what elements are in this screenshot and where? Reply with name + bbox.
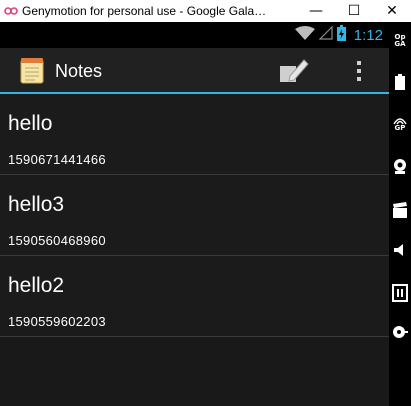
overflow-dot-icon <box>357 77 361 81</box>
battery-icon <box>336 25 346 46</box>
capture-tool[interactable] <box>389 200 411 220</box>
notepad-app-icon[interactable] <box>20 58 44 89</box>
maximize-button[interactable]: ☐ <box>335 0 373 22</box>
id-card-icon <box>392 284 408 302</box>
status-icons: 1:12 <box>294 25 383 46</box>
webcam-tool[interactable] <box>389 156 411 176</box>
cell-signal-icon <box>318 25 333 45</box>
new-note-button[interactable] <box>276 56 312 86</box>
opengl-tool[interactable]: Op GA <box>389 34 411 48</box>
remote-control-icon <box>393 326 408 338</box>
overflow-menu-button[interactable] <box>350 56 368 86</box>
android-screen: 1:12 Notes hello 1590671441466 hello3 15… <box>0 22 389 406</box>
emulator-toolbar: Op GA GP <box>389 22 411 406</box>
note-timestamp: 1590671441466 <box>8 152 106 167</box>
speaker-icon <box>394 244 403 256</box>
status-clock: 1:12 <box>353 27 383 44</box>
note-title: hello3 <box>8 193 65 216</box>
minimize-button[interactable]: — <box>297 0 335 22</box>
webcam-icon <box>394 159 406 174</box>
page-title: Notes <box>55 61 103 81</box>
edit-note-icon <box>280 59 309 82</box>
opengl-sublabel: GA <box>394 40 406 48</box>
overflow-dot-icon <box>357 61 361 65</box>
status-bar: 1:12 <box>0 22 389 48</box>
notes-list: hello 1590671441466 hello3 1590560468960… <box>0 94 389 406</box>
gps-label: GP <box>394 124 406 132</box>
close-button[interactable]: ✕ <box>373 0 411 22</box>
battery-tool[interactable] <box>389 72 411 92</box>
overflow-dot-icon <box>357 69 361 73</box>
genymotion-logo-icon <box>0 0 22 22</box>
clapperboard-icon <box>393 202 407 218</box>
note-timestamp: 1590559602203 <box>8 314 106 329</box>
volume-tool[interactable] <box>389 240 411 260</box>
list-item[interactable]: hello2 1590559602203 <box>0 256 389 337</box>
list-item[interactable]: hello 1590671441466 <box>0 94 389 175</box>
wifi-icon <box>294 26 315 45</box>
window-title: Genymotion for personal use - Google Gal… <box>22 4 267 18</box>
identifiers-tool[interactable] <box>389 282 411 304</box>
action-bar: Notes <box>0 48 389 94</box>
battery-tool-icon <box>395 74 405 90</box>
note-title: hello <box>8 112 53 135</box>
gps-tool[interactable]: GP <box>389 117 411 132</box>
window-titlebar: Genymotion for personal use - Google Gal… <box>0 0 411 22</box>
list-item[interactable]: hello3 1590560468960 <box>0 175 389 256</box>
note-title: hello2 <box>8 274 65 297</box>
note-timestamp: 1590560468960 <box>8 233 106 248</box>
remote-control-tool[interactable] <box>389 322 411 342</box>
window-controls: — ☐ ✕ <box>297 0 411 22</box>
